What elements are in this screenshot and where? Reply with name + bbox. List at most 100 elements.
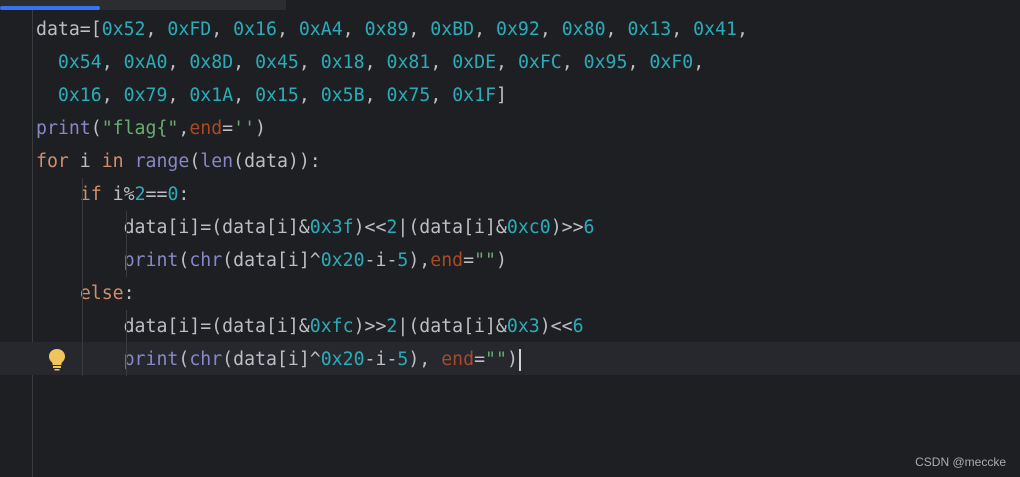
code-text: , bbox=[233, 52, 256, 73]
code-text: = bbox=[222, 118, 234, 139]
code-text: , bbox=[233, 85, 256, 106]
code-line[interactable]: if i%2==0: bbox=[36, 178, 748, 211]
number-literal: 0x95 bbox=[583, 52, 628, 73]
number-literal: 0xA0 bbox=[123, 52, 168, 73]
number-literal: 0x75 bbox=[386, 85, 431, 106]
code-text: , bbox=[167, 85, 190, 106]
code-text: )>> bbox=[353, 316, 387, 337]
keyword: for bbox=[36, 151, 69, 172]
code-line[interactable]: data=[0x52, 0xFD, 0x16, 0xA4, 0x89, 0xBD… bbox=[36, 13, 748, 46]
code-line[interactable]: 0x16, 0x79, 0x1A, 0x15, 0x5B, 0x75, 0x1F… bbox=[36, 79, 748, 112]
code-line[interactable]: data[i]=(data[i]&0xfc)>>2|(data[i]&0x3)<… bbox=[36, 310, 748, 343]
code-text: )<< bbox=[539, 316, 573, 337]
code-text: )<< bbox=[353, 217, 387, 238]
number-literal: 0xFD bbox=[167, 19, 212, 40]
number-literal: 5 bbox=[397, 250, 409, 271]
number-literal: 0 bbox=[167, 184, 179, 205]
number-literal: 0xDE bbox=[452, 52, 497, 73]
number-literal: 0xA4 bbox=[298, 19, 343, 40]
indent-guide bbox=[126, 244, 127, 277]
code-text: ), bbox=[408, 250, 431, 271]
number-literal: 5 bbox=[397, 349, 409, 370]
indent-guide bbox=[126, 310, 127, 343]
code-editor[interactable]: data=[0x52, 0xFD, 0x16, 0xA4, 0x89, 0xBD… bbox=[36, 13, 748, 376]
indent-guide bbox=[126, 211, 127, 244]
string-literal: "" bbox=[485, 349, 507, 370]
number-literal: 0x52 bbox=[101, 19, 146, 40]
code-text: , bbox=[408, 19, 431, 40]
code-text: , bbox=[496, 52, 518, 73]
number-literal: 2 bbox=[386, 316, 398, 337]
code-text: , bbox=[474, 19, 497, 40]
code-text: , bbox=[736, 19, 748, 40]
code-line[interactable]: for i in range(len(data)): bbox=[36, 145, 748, 178]
code-text: , bbox=[430, 52, 453, 73]
indent-guide bbox=[82, 277, 83, 310]
code-line[interactable]: print(chr(data[i]^0x20-i-5),end="") bbox=[36, 244, 748, 277]
keyword-argument: end bbox=[441, 349, 475, 370]
number-literal: 0x20 bbox=[320, 250, 365, 271]
number-literal: 0x54 bbox=[57, 52, 102, 73]
number-literal: 6 bbox=[583, 217, 595, 238]
string-literal: '' bbox=[233, 118, 256, 139]
code-text: ( bbox=[178, 250, 190, 271]
code-line[interactable]: print(chr(data[i]^0x20-i-5), end="") bbox=[36, 343, 748, 376]
number-literal: 0x3 bbox=[506, 316, 540, 337]
code-text: i bbox=[68, 151, 102, 172]
indent-guide bbox=[82, 178, 83, 211]
keyword: if bbox=[79, 184, 102, 205]
code-text: , bbox=[561, 52, 584, 73]
code-text: , bbox=[178, 118, 190, 139]
code-text: -i- bbox=[364, 349, 398, 370]
builtin-name: range bbox=[134, 151, 190, 172]
number-literal: 0x81 bbox=[386, 52, 431, 73]
code-line[interactable]: 0x54, 0xA0, 0x8D, 0x45, 0x18, 0x81, 0xDE… bbox=[36, 46, 748, 79]
watermark: CSDN @meccke bbox=[915, 455, 1006, 469]
code-text: , bbox=[671, 19, 694, 40]
code-line[interactable]: data[i]=(data[i]&0x3f)<<2|(data[i]&0xc0)… bbox=[36, 211, 748, 244]
number-literal: 0x79 bbox=[123, 85, 168, 106]
string-literal: "flag{" bbox=[101, 118, 179, 139]
builtin-name: chr bbox=[189, 349, 223, 370]
text-caret bbox=[518, 349, 521, 371]
code-text: , bbox=[298, 85, 321, 106]
number-literal: 0x15 bbox=[255, 85, 299, 106]
code-text: ( bbox=[90, 118, 102, 139]
number-literal: 0x5B bbox=[320, 85, 365, 106]
code-text: , bbox=[167, 52, 190, 73]
code-text: , bbox=[145, 19, 168, 40]
indent-guide bbox=[82, 343, 83, 376]
code-line[interactable]: print("flag{",end='') bbox=[36, 112, 748, 145]
code-text: , bbox=[342, 19, 365, 40]
code-text: , bbox=[605, 19, 628, 40]
keyword: in bbox=[101, 151, 124, 172]
code-text: , bbox=[276, 19, 299, 40]
number-literal: 2 bbox=[134, 184, 146, 205]
code-text: data[i]=(data[i]& bbox=[36, 316, 310, 337]
number-literal: 0x8D bbox=[189, 52, 234, 73]
code-text: , bbox=[693, 52, 705, 73]
indent-guide bbox=[82, 310, 83, 343]
code-line[interactable]: else: bbox=[36, 277, 748, 310]
keyword-argument: end bbox=[189, 118, 223, 139]
indent-guide bbox=[82, 244, 83, 277]
number-literal: 0x92 bbox=[496, 19, 540, 40]
code-text: , bbox=[211, 19, 234, 40]
code-text: : bbox=[178, 184, 190, 205]
code-text: |(data[i]& bbox=[397, 316, 507, 337]
number-literal: 2 bbox=[386, 217, 398, 238]
string-literal: "" bbox=[474, 250, 496, 271]
number-literal: 0x20 bbox=[320, 349, 365, 370]
number-literal: 6 bbox=[572, 316, 584, 337]
code-text: |(data[i]& bbox=[397, 217, 507, 238]
code-text: , bbox=[430, 85, 453, 106]
number-literal: 0x1F bbox=[452, 85, 497, 106]
code-text: ) bbox=[255, 118, 266, 139]
code-text: -i- bbox=[364, 250, 398, 271]
code-text: (data[i]^ bbox=[222, 250, 321, 271]
builtin-name: print bbox=[123, 349, 179, 370]
code-text: , bbox=[101, 85, 124, 106]
